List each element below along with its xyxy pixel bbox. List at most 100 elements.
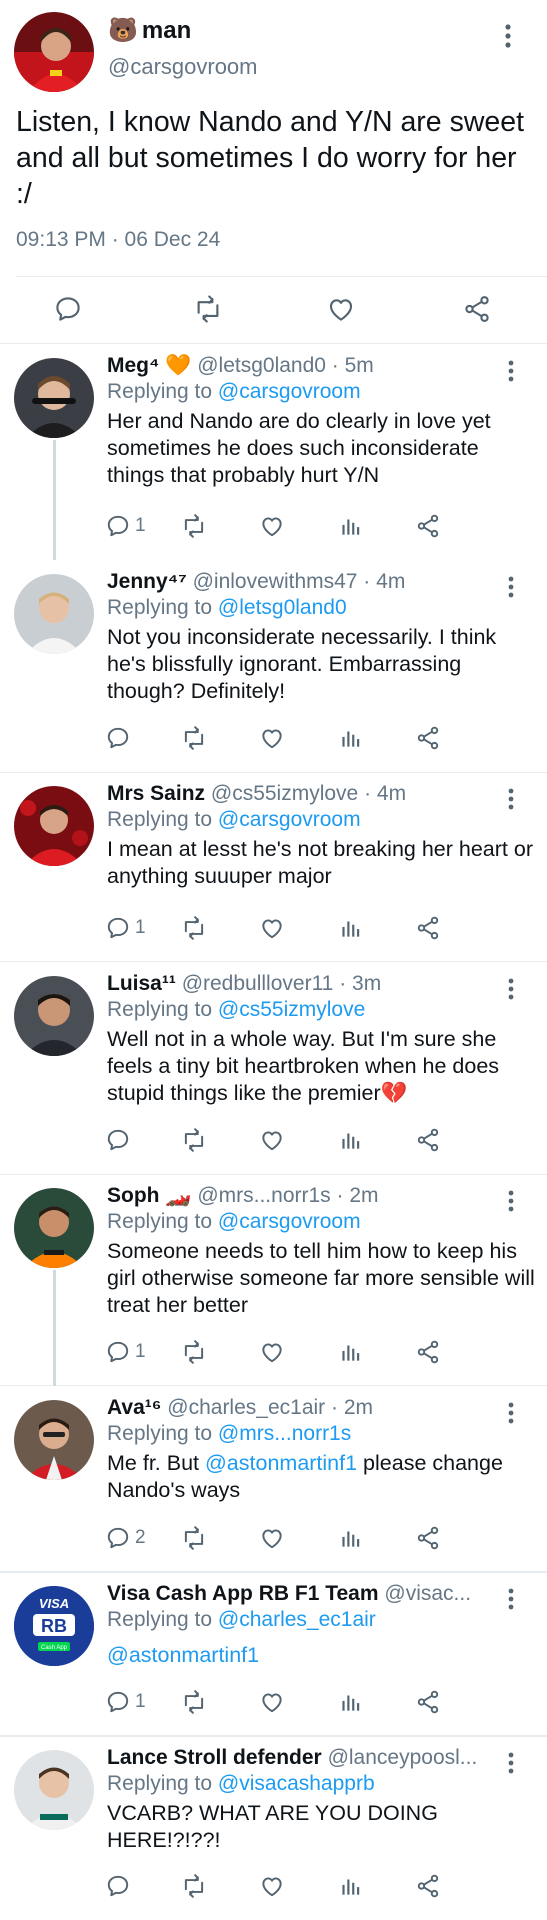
reply-author-name[interactable]: Soph 🏎️ (107, 1184, 191, 1207)
reply-button[interactable]: 1 (105, 914, 146, 942)
reply-button[interactable]: 1 (105, 1688, 146, 1716)
more-icon[interactable] (506, 1190, 516, 1212)
reply-button[interactable]: 1 (105, 512, 146, 540)
retweet-icon[interactable] (181, 512, 207, 540)
reply-tweet[interactable]: Jenny⁴⁷ @inlovewithms47 · 4m Replying to… (0, 560, 547, 772)
reply-author-name[interactable]: Luisa¹¹ (107, 972, 176, 995)
replying-mention[interactable]: @letsg0land0 (218, 596, 347, 619)
like-icon[interactable] (259, 1126, 285, 1154)
reply-button[interactable]: 1 (105, 1338, 146, 1366)
author-handle[interactable]: @carsgovroom (108, 54, 258, 80)
like-icon[interactable] (259, 512, 285, 540)
author-name[interactable]: 🐻 man (108, 16, 191, 45)
reply-author-meta[interactable]: @charles_ec1air · 2m (167, 1396, 373, 1419)
avatar[interactable] (14, 1750, 94, 1830)
retweet-icon[interactable] (181, 1338, 207, 1366)
avatar[interactable] (14, 574, 94, 654)
reply-author-name[interactable]: Mrs Sainz (107, 782, 205, 805)
reply-author-name[interactable]: Lance Stroll defender (107, 1746, 322, 1769)
reply-author-name[interactable]: Visa Cash App RB F1 Team (107, 1582, 379, 1605)
share-icon[interactable] (462, 294, 492, 324)
like-icon[interactable] (259, 724, 285, 752)
reply-author-name[interactable]: Jenny⁴⁷ (107, 570, 187, 593)
retweet-icon[interactable] (193, 294, 223, 324)
reply-button[interactable]: 2 (105, 1524, 146, 1552)
like-icon[interactable] (259, 914, 285, 942)
replying-mention[interactable]: @cs55izmylove (218, 998, 365, 1021)
analytics-icon[interactable] (337, 1688, 363, 1716)
replying-mention[interactable]: @visacashapprb (218, 1772, 375, 1795)
analytics-icon[interactable] (337, 512, 363, 540)
reply-header: Soph 🏎️ @mrs...norr1s · 2m (107, 1184, 503, 1208)
reply-button[interactable] (105, 724, 135, 752)
reply-tweet[interactable]: Lance Stroll defender @lanceypoosl... Re… (0, 1736, 547, 1920)
reply-author-meta[interactable]: @mrs...norr1s · 2m (197, 1184, 378, 1207)
share-icon[interactable] (415, 1872, 441, 1900)
retweet-icon[interactable] (181, 1688, 207, 1716)
reply-tweet[interactable]: Meg⁴ 🧡 @letsg0land0 · 5m Replying to @ca… (0, 344, 547, 560)
like-icon[interactable] (259, 1688, 285, 1716)
share-icon[interactable] (415, 1126, 441, 1154)
like-icon[interactable] (259, 1338, 285, 1366)
like-icon[interactable] (326, 294, 356, 324)
reply-tweet[interactable]: Mrs Sainz @cs55izmylove · 4m Replying to… (0, 772, 547, 962)
reply-button[interactable] (105, 1126, 135, 1154)
tweet-timestamp[interactable]: 09:13 PM · 06 Dec 24 (16, 228, 220, 252)
retweet-icon[interactable] (181, 914, 207, 942)
reply-author-name[interactable]: Ava¹⁶ (107, 1396, 161, 1419)
retweet-icon[interactable] (181, 1872, 207, 1900)
reply-author-meta[interactable]: @redbulllover11 · 3m (182, 972, 382, 995)
reply-author-meta[interactable]: @visac... (384, 1582, 471, 1605)
reply-tweet[interactable]: VISA RB Cash App Visa Cash App RB F1 Tea… (0, 1572, 547, 1736)
reply-tweet[interactable]: Ava¹⁶ @charles_ec1air · 2m Replying to @… (0, 1386, 547, 1572)
reply-author-meta[interactable]: @inlovewithms47 · 4m (193, 570, 406, 593)
more-icon[interactable] (506, 1752, 516, 1774)
analytics-icon[interactable] (337, 724, 363, 752)
analytics-icon[interactable] (337, 1338, 363, 1366)
more-icon[interactable] (503, 24, 513, 48)
share-icon[interactable] (415, 724, 441, 752)
more-icon[interactable] (506, 576, 516, 598)
replying-mention[interactable]: @carsgovroom (218, 808, 361, 831)
analytics-icon[interactable] (337, 1126, 363, 1154)
share-icon[interactable] (415, 1688, 441, 1716)
more-icon[interactable] (506, 1588, 516, 1610)
replying-mention[interactable]: @mrs...norr1s (218, 1422, 351, 1445)
reply-button[interactable] (105, 1872, 135, 1900)
more-icon[interactable] (506, 788, 516, 810)
avatar[interactable]: VISA RB Cash App (14, 1586, 94, 1666)
share-icon[interactable] (415, 512, 441, 540)
body-mention[interactable]: @astonmartinf1 (107, 1643, 259, 1667)
reply-tweet[interactable]: Luisa¹¹ @redbulllover11 · 3m Replying to… (0, 962, 547, 1174)
avatar[interactable] (14, 1188, 94, 1268)
reply-author-name[interactable]: Meg⁴ 🧡 (107, 354, 191, 377)
analytics-icon[interactable] (337, 1872, 363, 1900)
avatar[interactable] (14, 976, 94, 1056)
reply-icon[interactable] (53, 294, 83, 324)
reply-author-meta[interactable]: @lanceypoosl... (328, 1746, 478, 1769)
replying-mention[interactable]: @charles_ec1air (218, 1608, 376, 1631)
reply-author-meta[interactable]: @cs55izmylove · 4m (211, 782, 406, 805)
retweet-icon[interactable] (181, 724, 207, 752)
avatar[interactable] (14, 12, 94, 92)
reply-tweet[interactable]: Soph 🏎️ @mrs...norr1s · 2m Replying to @… (0, 1174, 547, 1386)
like-icon[interactable] (259, 1872, 285, 1900)
replying-mention[interactable]: @carsgovroom (218, 1210, 361, 1233)
avatar[interactable] (14, 786, 94, 866)
analytics-icon[interactable] (337, 914, 363, 942)
retweet-icon[interactable] (181, 1126, 207, 1154)
share-icon[interactable] (415, 1338, 441, 1366)
replying-mention[interactable]: @carsgovroom (218, 380, 361, 403)
share-icon[interactable] (415, 1524, 441, 1552)
reply-author-meta[interactable]: @letsg0land0 · 5m (197, 354, 374, 377)
body-mention[interactable]: @astonmartinf1 (205, 1451, 357, 1475)
more-icon[interactable] (506, 978, 516, 1000)
avatar[interactable] (14, 358, 94, 438)
analytics-icon[interactable] (337, 1524, 363, 1552)
more-icon[interactable] (506, 1402, 516, 1424)
share-icon[interactable] (415, 914, 441, 942)
retweet-icon[interactable] (181, 1524, 207, 1552)
more-icon[interactable] (506, 360, 516, 382)
avatar[interactable] (14, 1400, 94, 1480)
like-icon[interactable] (259, 1524, 285, 1552)
